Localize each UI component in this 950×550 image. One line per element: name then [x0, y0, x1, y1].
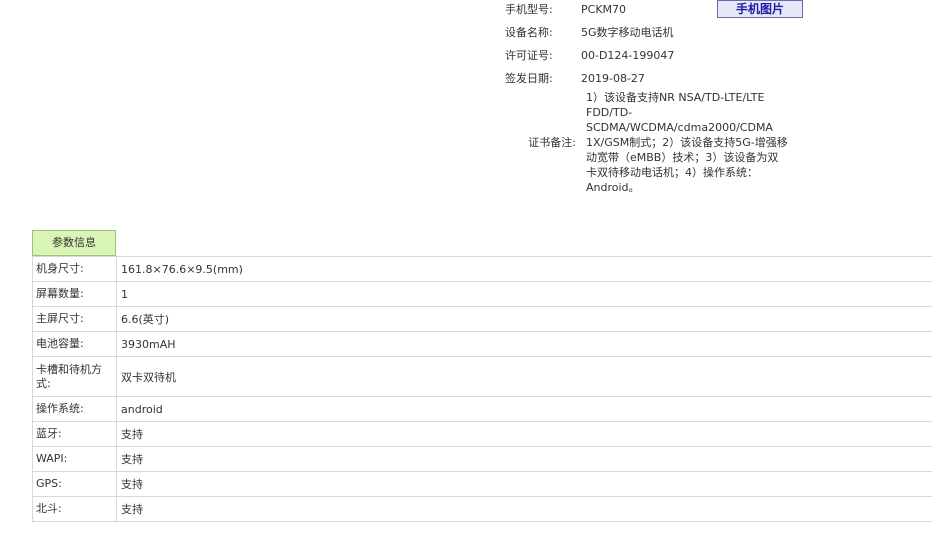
param-key: 卡槽和待机方 式: [32, 356, 117, 397]
table-row: 蓝牙: 支持 [32, 421, 932, 447]
params-table: 机身尺寸: 161.8×76.6×9.5(mm) 屏幕数量: 1 主屏尺寸: 6… [32, 256, 932, 522]
issue-date-value: 2019-08-27 [581, 72, 645, 85]
param-key: 机身尺寸: [32, 256, 117, 282]
certificate-note-label: 证书备注: [528, 135, 576, 149]
device-name-value: 5G数字移动电话机 [581, 26, 674, 39]
note-line: 1X/GSM制式；2）该设备支持5G-增强移 [586, 136, 788, 149]
table-row: 卡槽和待机方 式: 双卡双待机 [32, 356, 932, 397]
note-line: Android。 [586, 181, 640, 194]
issue-date-label: 签发日期: [505, 72, 553, 85]
phone-image-button[interactable]: 手机图片 [717, 0, 803, 18]
param-key: 主屏尺寸: [32, 306, 117, 332]
device-name-row: 设备名称: 5G数字移动电话机 [505, 23, 945, 43]
param-value: 支持 [116, 471, 932, 497]
table-row: 电池容量: 3930mAH [32, 331, 932, 357]
table-row: 北斗: 支持 [32, 496, 932, 522]
device-name-label: 设备名称: [505, 26, 553, 39]
param-key-line: 式: [36, 376, 51, 390]
license-row: 许可证号: 00-D124-199047 [505, 46, 945, 66]
param-key: WAPI: [32, 446, 117, 472]
license-value: 00-D124-199047 [581, 49, 675, 62]
param-value: 支持 [116, 446, 932, 472]
param-value: 支持 [116, 421, 932, 447]
param-value: android [116, 396, 932, 422]
param-key: GPS: [32, 471, 117, 497]
param-key: 操作系统: [32, 396, 117, 422]
param-value: 6.6(英寸) [116, 306, 932, 332]
note-line: SCDMA/WCDMA/cdma2000/CDMA [586, 121, 773, 134]
param-value: 1 [116, 281, 932, 307]
issue-date-row: 签发日期: 2019-08-27 [505, 69, 945, 89]
note-line: 卡双待移动电话机；4）操作系统： [586, 166, 758, 179]
table-row: 屏幕数量: 1 [32, 281, 932, 307]
license-label: 许可证号: [505, 49, 553, 62]
table-row: WAPI: 支持 [32, 446, 932, 472]
param-key-line: 卡槽和待机方 [36, 362, 102, 376]
table-row: 机身尺寸: 161.8×76.6×9.5(mm) [32, 256, 932, 282]
table-row: 操作系统: android [32, 396, 932, 422]
param-value: 双卡双待机 [116, 356, 932, 397]
certificate-info: 手机型号: PCKM70 手机图片 设备名称: 5G数字移动电话机 许可证号: … [505, 0, 945, 195]
param-value: 3930mAH [116, 331, 932, 357]
model-label: 手机型号: [505, 3, 553, 16]
param-key: 北斗: [32, 496, 117, 522]
model-value: PCKM70 [581, 3, 627, 16]
certificate-note-row: 证书备注: 1）该设备支持NR NSA/TD-LTE/LTE FDD/TD- S… [505, 90, 945, 195]
param-value: 161.8×76.6×9.5(mm) [116, 256, 932, 282]
param-key: 蓝牙: [32, 421, 117, 447]
table-row: GPS: 支持 [32, 471, 932, 497]
certificate-note-text: 1）该设备支持NR NSA/TD-LTE/LTE FDD/TD- SCDMA/W… [581, 90, 796, 195]
table-row: 主屏尺寸: 6.6(英寸) [32, 306, 932, 332]
note-line: 动宽带（eMBB）技术；3）该设备为双 [586, 151, 779, 164]
tab-params-info[interactable]: 参数信息 [32, 230, 116, 256]
param-key: 电池容量: [32, 331, 117, 357]
note-line: 1）该设备支持NR NSA/TD-LTE/LTE [586, 91, 765, 104]
param-value: 支持 [116, 496, 932, 522]
param-key: 屏幕数量: [32, 281, 117, 307]
note-line: FDD/TD- [586, 106, 633, 119]
model-row: 手机型号: PCKM70 手机图片 [505, 0, 945, 20]
